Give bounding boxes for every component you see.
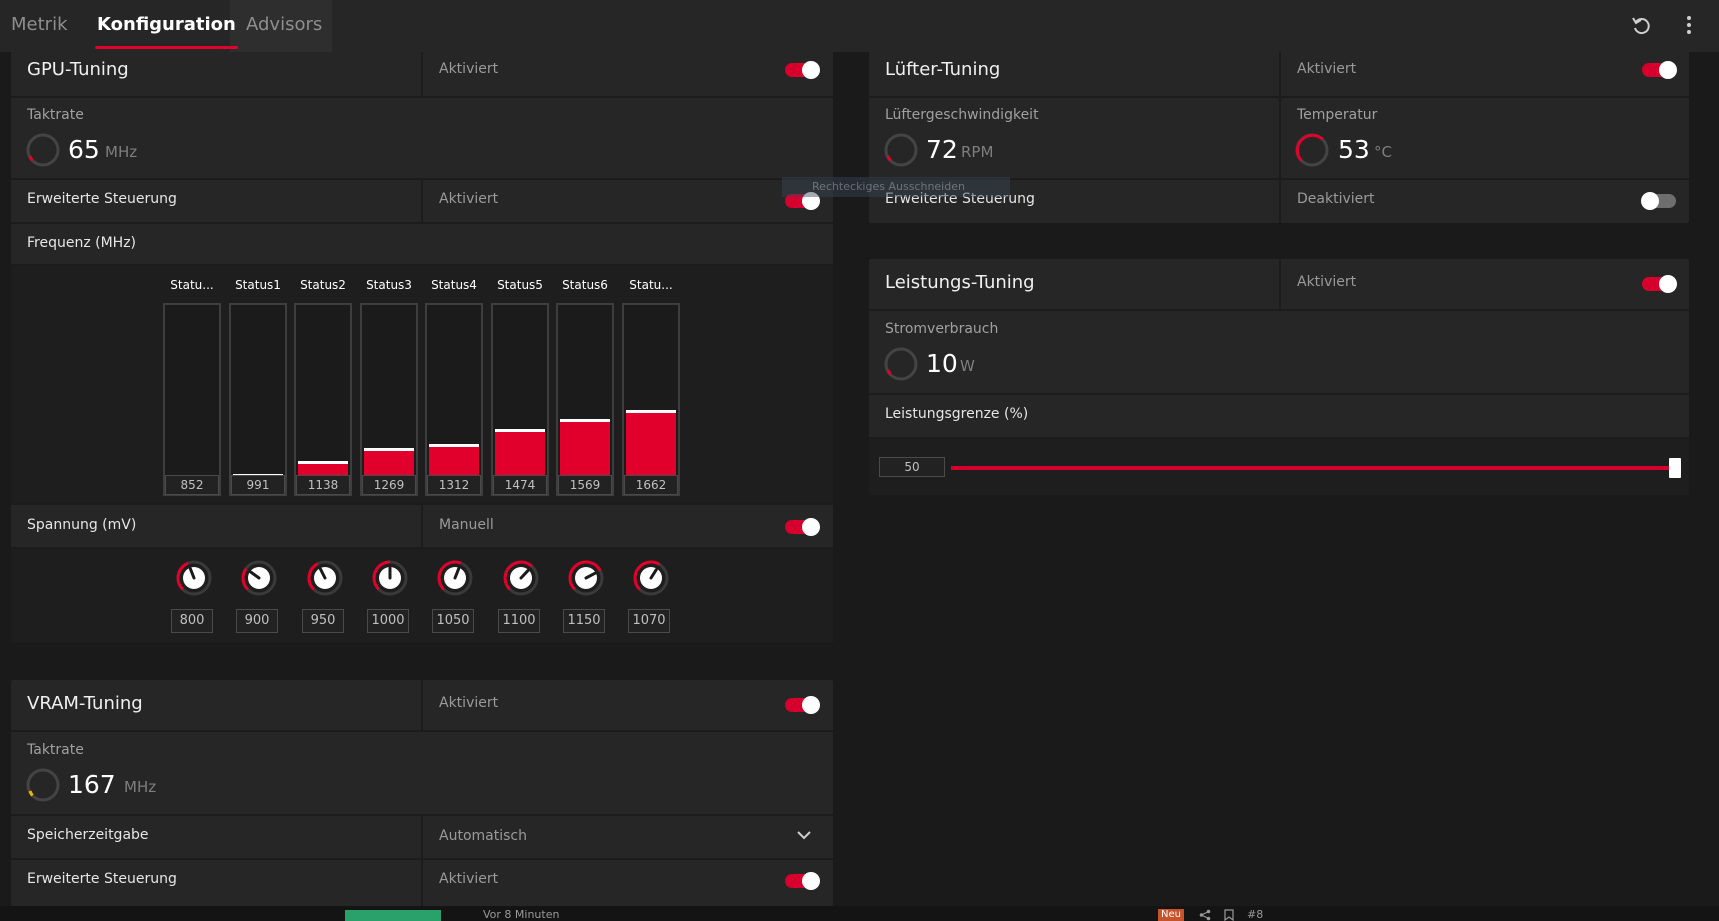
voltage-knob[interactable] (501, 558, 541, 598)
vram-clock-unit: MHz (124, 778, 157, 796)
fan-speed-label: Lüftergeschwindigkeit (885, 107, 1039, 123)
tab-konfiguration[interactable]: Konfiguration (95, 0, 238, 52)
fan-tuning-panel: Lüfter-Tuning Aktiviert Lüftergeschwindi… (869, 52, 1689, 223)
voltage-value[interactable]: 800 (171, 609, 213, 633)
memory-timing-value[interactable]: Automatisch (439, 828, 527, 844)
fan-advanced-toggle[interactable] (1641, 192, 1676, 210)
temperature-unit: °C (1374, 143, 1392, 161)
temperature-label: Temperatur (1297, 107, 1378, 123)
tab-advisors[interactable]: Advisors (246, 0, 322, 52)
vram-advanced-label: Erweiterte Steuerung (27, 871, 177, 887)
item-number: #8 (1247, 908, 1264, 921)
progress-block (345, 910, 441, 921)
power-tuning-panel: Leistungs-Tuning Aktiviert Stromverbrauc… (869, 259, 1689, 495)
power-limit-input[interactable]: 50 (879, 457, 945, 477)
voltage-value[interactable]: 1050 (432, 609, 474, 633)
more-options-icon[interactable] (1685, 14, 1693, 36)
fan-tuning-title: Lüfter-Tuning (885, 59, 1001, 80)
power-limit-label: Leistungsgrenze (%) (885, 406, 1029, 422)
memory-timing-label: Speicherzeitgabe (27, 827, 149, 843)
tooltip: Rechteckiges Ausschneiden (782, 177, 1010, 197)
bookmark-icon[interactable] (1224, 909, 1234, 921)
voltage-knob[interactable] (305, 558, 345, 598)
vram-clock-label: Taktrate (27, 742, 84, 758)
bottom-time: Vor 8 Minuten (483, 908, 560, 921)
new-badge: Neu (1158, 909, 1184, 921)
vram-tuning-panel: VRAM-Tuning Aktiviert Taktrate 167 MHz S… (11, 680, 833, 906)
chevron-down-icon[interactable] (797, 830, 811, 840)
power-usage-unit: W (960, 357, 975, 375)
power-usage-value: 10 (926, 349, 958, 378)
fan-tuning-toggle[interactable] (1642, 61, 1677, 79)
voltage-knob[interactable] (631, 558, 671, 598)
undo-icon[interactable] (1630, 14, 1652, 36)
voltage-knob[interactable] (566, 558, 606, 598)
fan-speed-unit: RPM (961, 143, 994, 161)
vram-advanced-status: Aktiviert (439, 871, 499, 887)
tab-metrik[interactable]: Metrik (11, 0, 68, 52)
voltage-knob[interactable] (239, 558, 279, 598)
taskbar-strip (0, 906, 1719, 921)
voltage-value[interactable]: 1070 (628, 609, 670, 633)
vram-tuning-title: VRAM-Tuning (27, 693, 143, 714)
vram-advanced-toggle[interactable] (785, 872, 820, 890)
voltage-knobs: 800 900 950 1000 1050 1100 1150 1070 (11, 52, 833, 643)
fan-advanced-status: Deaktiviert (1297, 191, 1375, 207)
voltage-value[interactable]: 950 (302, 609, 344, 633)
temperature-gauge-icon (1295, 133, 1329, 167)
fan-tuning-status: Aktiviert (1297, 61, 1357, 77)
power-usage-gauge-icon (884, 347, 918, 381)
power-tuning-toggle[interactable] (1642, 275, 1677, 293)
voltage-value[interactable]: 1150 (563, 609, 605, 633)
vram-clock-value: 167 (68, 770, 116, 799)
power-tuning-status: Aktiviert (1297, 274, 1357, 290)
power-tuning-title: Leistungs-Tuning (885, 272, 1035, 293)
power-limit-slider-track[interactable] (951, 466, 1675, 470)
vram-tuning-toggle[interactable] (785, 696, 820, 714)
share-icon[interactable] (1199, 909, 1211, 921)
voltage-value[interactable]: 1000 (367, 609, 409, 633)
vram-tuning-status: Aktiviert (439, 695, 499, 711)
voltage-value[interactable]: 1100 (498, 609, 540, 633)
temperature-value: 53 (1338, 135, 1370, 164)
power-usage-label: Stromverbrauch (885, 321, 999, 337)
voltage-knob[interactable] (174, 558, 214, 598)
vram-clock-gauge-icon (26, 768, 60, 802)
fan-speed-value: 72 (926, 135, 958, 164)
fan-speed-gauge-icon (884, 133, 918, 167)
power-limit-slider-handle[interactable] (1669, 458, 1681, 478)
voltage-value[interactable]: 900 (236, 609, 278, 633)
voltage-knob[interactable] (435, 558, 475, 598)
top-bar: Metrik Konfiguration Advisors (0, 0, 1719, 52)
voltage-knob[interactable] (370, 558, 410, 598)
gpu-tuning-panel: GPU-Tuning Aktiviert Taktrate 65 MHz Erw… (11, 52, 833, 643)
